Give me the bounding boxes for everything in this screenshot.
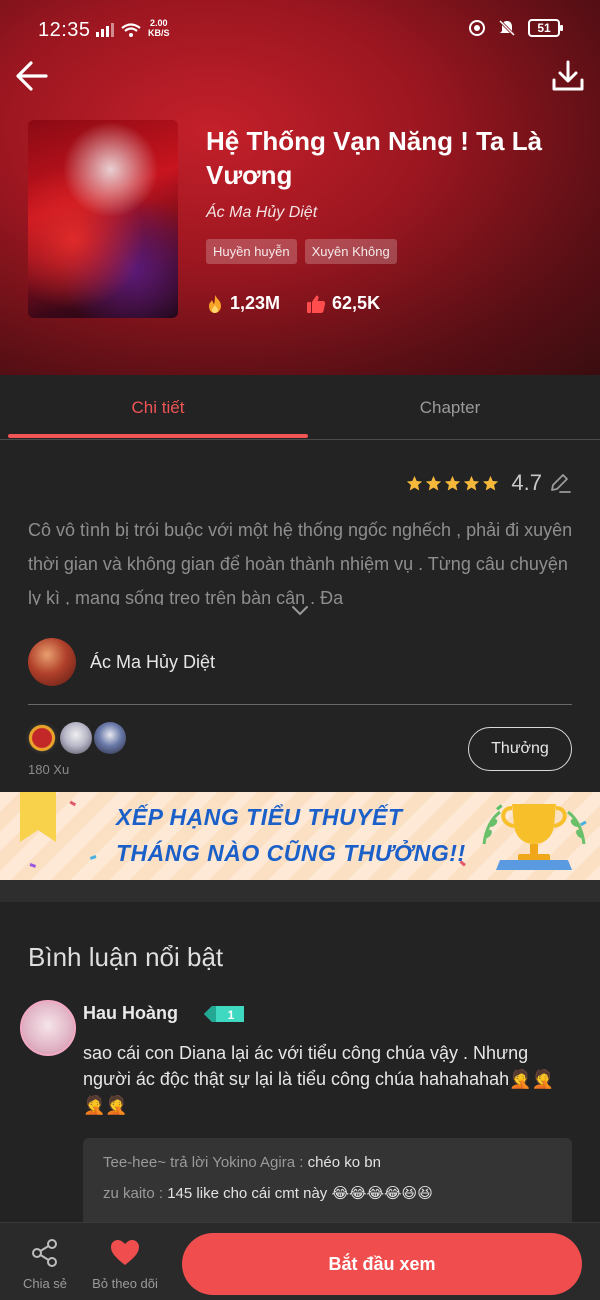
author-avatar	[28, 638, 76, 686]
banner-title-line1: XẾP HẠNG TIỂU THUYẾT	[116, 804, 403, 830]
genre-tags: Huyền huyễn Xuyên Không	[206, 239, 397, 264]
views-stat: 1,23M	[206, 293, 280, 314]
book-cover	[28, 120, 178, 318]
download-icon	[552, 60, 584, 91]
reply-text: 145 like cho cái cmt này 😂😂😂😂😆😆	[167, 1185, 433, 1202]
reply-item: Tee-hee~ trả lời Yokino Agira : chéo ko …	[103, 1154, 552, 1171]
unfollow-button[interactable]: Bỏ theo dõi	[86, 1239, 164, 1291]
rating-value: 4.7	[511, 470, 542, 495]
back-arrow-icon	[16, 61, 48, 91]
author-profile-row[interactable]: Ác Ma Hủy Diệt	[28, 638, 215, 686]
book-title: Hệ Thống Vạn Năng ! Ta Là Vương	[206, 126, 543, 190]
status-time: 12:35	[38, 19, 91, 41]
genre-tag[interactable]: Xuyên Không	[304, 239, 397, 264]
speed-unit: KB/S	[148, 28, 170, 38]
reply-text: chéo ko bn	[307, 1154, 381, 1171]
battery-indicator: 51	[528, 19, 563, 37]
mute-icon	[498, 19, 516, 37]
level-badge: 1	[202, 1005, 246, 1028]
share-button[interactable]: Chia sẻ	[20, 1239, 70, 1291]
donation-amount: 180 Xu	[28, 762, 70, 777]
reply-item: zu kaito : 145 like cho cái cmt này 😂😂😂😂…	[103, 1184, 552, 1202]
commenter-avatar[interactable]	[20, 1000, 76, 1056]
tab-bar: Chi tiết Chapter	[0, 375, 600, 440]
reply-prefix: Tee-hee~ trả lời Yokino Agira :	[103, 1154, 304, 1171]
star-icon	[407, 475, 423, 490]
donor-avatar	[60, 722, 92, 754]
status-icons: 51	[468, 19, 563, 37]
active-tab-indicator	[8, 434, 308, 438]
featured-comments-title: Bình luận nổi bật	[28, 942, 224, 972]
rating-row: 4.7	[406, 470, 572, 496]
status-bar: 12:35 2.00 KB/S 51	[0, 0, 600, 60]
fire-icon	[209, 294, 221, 313]
book-author[interactable]: Ác Ma Hủy Diệt	[206, 204, 317, 222]
edit-rating-icon[interactable]	[548, 471, 572, 495]
rating-stars	[406, 475, 499, 492]
share-icon	[32, 1239, 57, 1267]
sync-icon	[469, 20, 485, 36]
donor-avatar	[26, 722, 58, 754]
author-name: Ác Ma Hủy Diệt	[90, 651, 216, 672]
reply-prefix: zu kaito :	[103, 1185, 164, 1202]
tab-chapter[interactable]: Chapter	[300, 375, 600, 440]
star-icon	[483, 475, 499, 490]
network-speed: 2.00 KB/S	[148, 18, 170, 38]
donor-avatar	[94, 722, 126, 754]
level-badge-text: 1	[228, 1008, 235, 1022]
tab-detail[interactable]: Chi tiết	[8, 375, 308, 440]
likes-count: 62,5K	[332, 293, 381, 313]
download-button[interactable]	[550, 58, 586, 94]
trophy-icon	[482, 804, 586, 870]
heart-icon	[111, 1240, 139, 1265]
book-description: Cô vô tình bị trói buộc với một hệ thống…	[28, 520, 573, 605]
speed-value: 2.00	[149, 18, 168, 28]
expand-description-button[interactable]	[290, 604, 310, 622]
star-icon	[426, 475, 442, 490]
chevron-down-icon	[292, 606, 308, 616]
signal-icon	[96, 22, 146, 43]
book-detail-screen: 12:35 2.00 KB/S 51 Hệ Thống Vạn Năng ! T…	[0, 0, 600, 1300]
star-icon	[445, 475, 461, 490]
donor-avatars[interactable]	[26, 722, 126, 754]
unfollow-label: Bỏ theo dõi	[92, 1276, 158, 1291]
commenter-name[interactable]: Hau Hoàng	[83, 1003, 178, 1024]
section-separator	[0, 880, 600, 902]
views-count: 1,23M	[230, 293, 281, 313]
divider	[28, 704, 572, 705]
back-button[interactable]	[14, 58, 50, 94]
level-badge-icon: 1	[204, 1006, 244, 1022]
comment-text: sao cái con Diana lại ác với tiểu công c…	[83, 1043, 555, 1115]
book-stats: 1,23M 62,5K	[206, 293, 380, 314]
ranking-banner[interactable]: XẾP HẠNG TIỂU THUYẾT THÁNG NÀO CŨNG THƯỞ…	[0, 792, 600, 880]
reward-button[interactable]: Thưởng	[468, 727, 572, 771]
start-reading-button[interactable]: Bắt đầu xem	[182, 1233, 582, 1295]
bottom-action-bar: Chia sẻ Bỏ theo dõi Bắt đầu xem	[0, 1222, 600, 1300]
banner-title-line2: THÁNG NÀO CŨNG THƯỞNG!!	[116, 840, 466, 866]
likes-stat: 62,5K	[306, 293, 380, 314]
share-label: Chia sẻ	[22, 1276, 68, 1291]
genre-tag[interactable]: Huyền huyễn	[206, 239, 297, 264]
thumbs-up-icon	[307, 295, 326, 313]
star-icon	[464, 475, 480, 490]
book-header: 12:35 2.00 KB/S 51 Hệ Thống Vạn Năng ! T…	[0, 0, 600, 375]
